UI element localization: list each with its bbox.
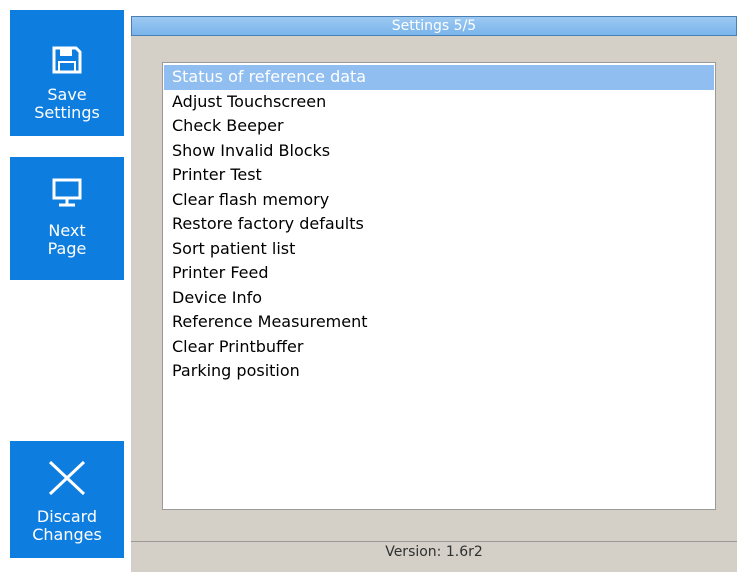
list-item[interactable]: Sort patient list [164, 237, 714, 262]
list-item[interactable]: Restore factory defaults [164, 212, 714, 237]
list-item[interactable]: Reference Measurement [164, 310, 714, 335]
list-item[interactable]: Show Invalid Blocks [164, 139, 714, 164]
list-item[interactable]: Clear Printbuffer [164, 335, 714, 360]
list-item[interactable]: Check Beeper [164, 114, 714, 139]
close-x-icon [47, 460, 87, 500]
list-item[interactable]: Device Info [164, 286, 714, 311]
save-settings-label-line1: Save [47, 85, 87, 104]
discard-changes-label-line1: Discard [36, 507, 98, 526]
discard-changes-button[interactable]: Discard Changes [10, 441, 124, 558]
discard-changes-label-line2: Changes [32, 525, 102, 544]
list-item[interactable]: Clear flash memory [164, 188, 714, 213]
list-item-selected[interactable]: Status of reference data [164, 65, 714, 90]
save-settings-label-line2: Settings [34, 103, 100, 122]
list-item[interactable]: Printer Feed [164, 261, 714, 286]
save-settings-button[interactable]: Save Settings [10, 10, 124, 136]
monitor-icon [52, 178, 82, 212]
next-page-label-line1: Next [48, 221, 86, 240]
settings-list[interactable]: Status of reference data Adjust Touchscr… [162, 62, 716, 510]
page-title: Settings 5/5 [131, 16, 737, 36]
list-item[interactable]: Printer Test [164, 163, 714, 188]
version-label: Version: 1.6r2 [131, 541, 737, 563]
list-item[interactable]: Parking position [164, 359, 714, 384]
floppy-disk-icon [52, 46, 82, 78]
next-page-label-line2: Page [47, 239, 87, 258]
next-page-button[interactable]: Next Page [10, 157, 124, 280]
list-item[interactable]: Adjust Touchscreen [164, 90, 714, 115]
